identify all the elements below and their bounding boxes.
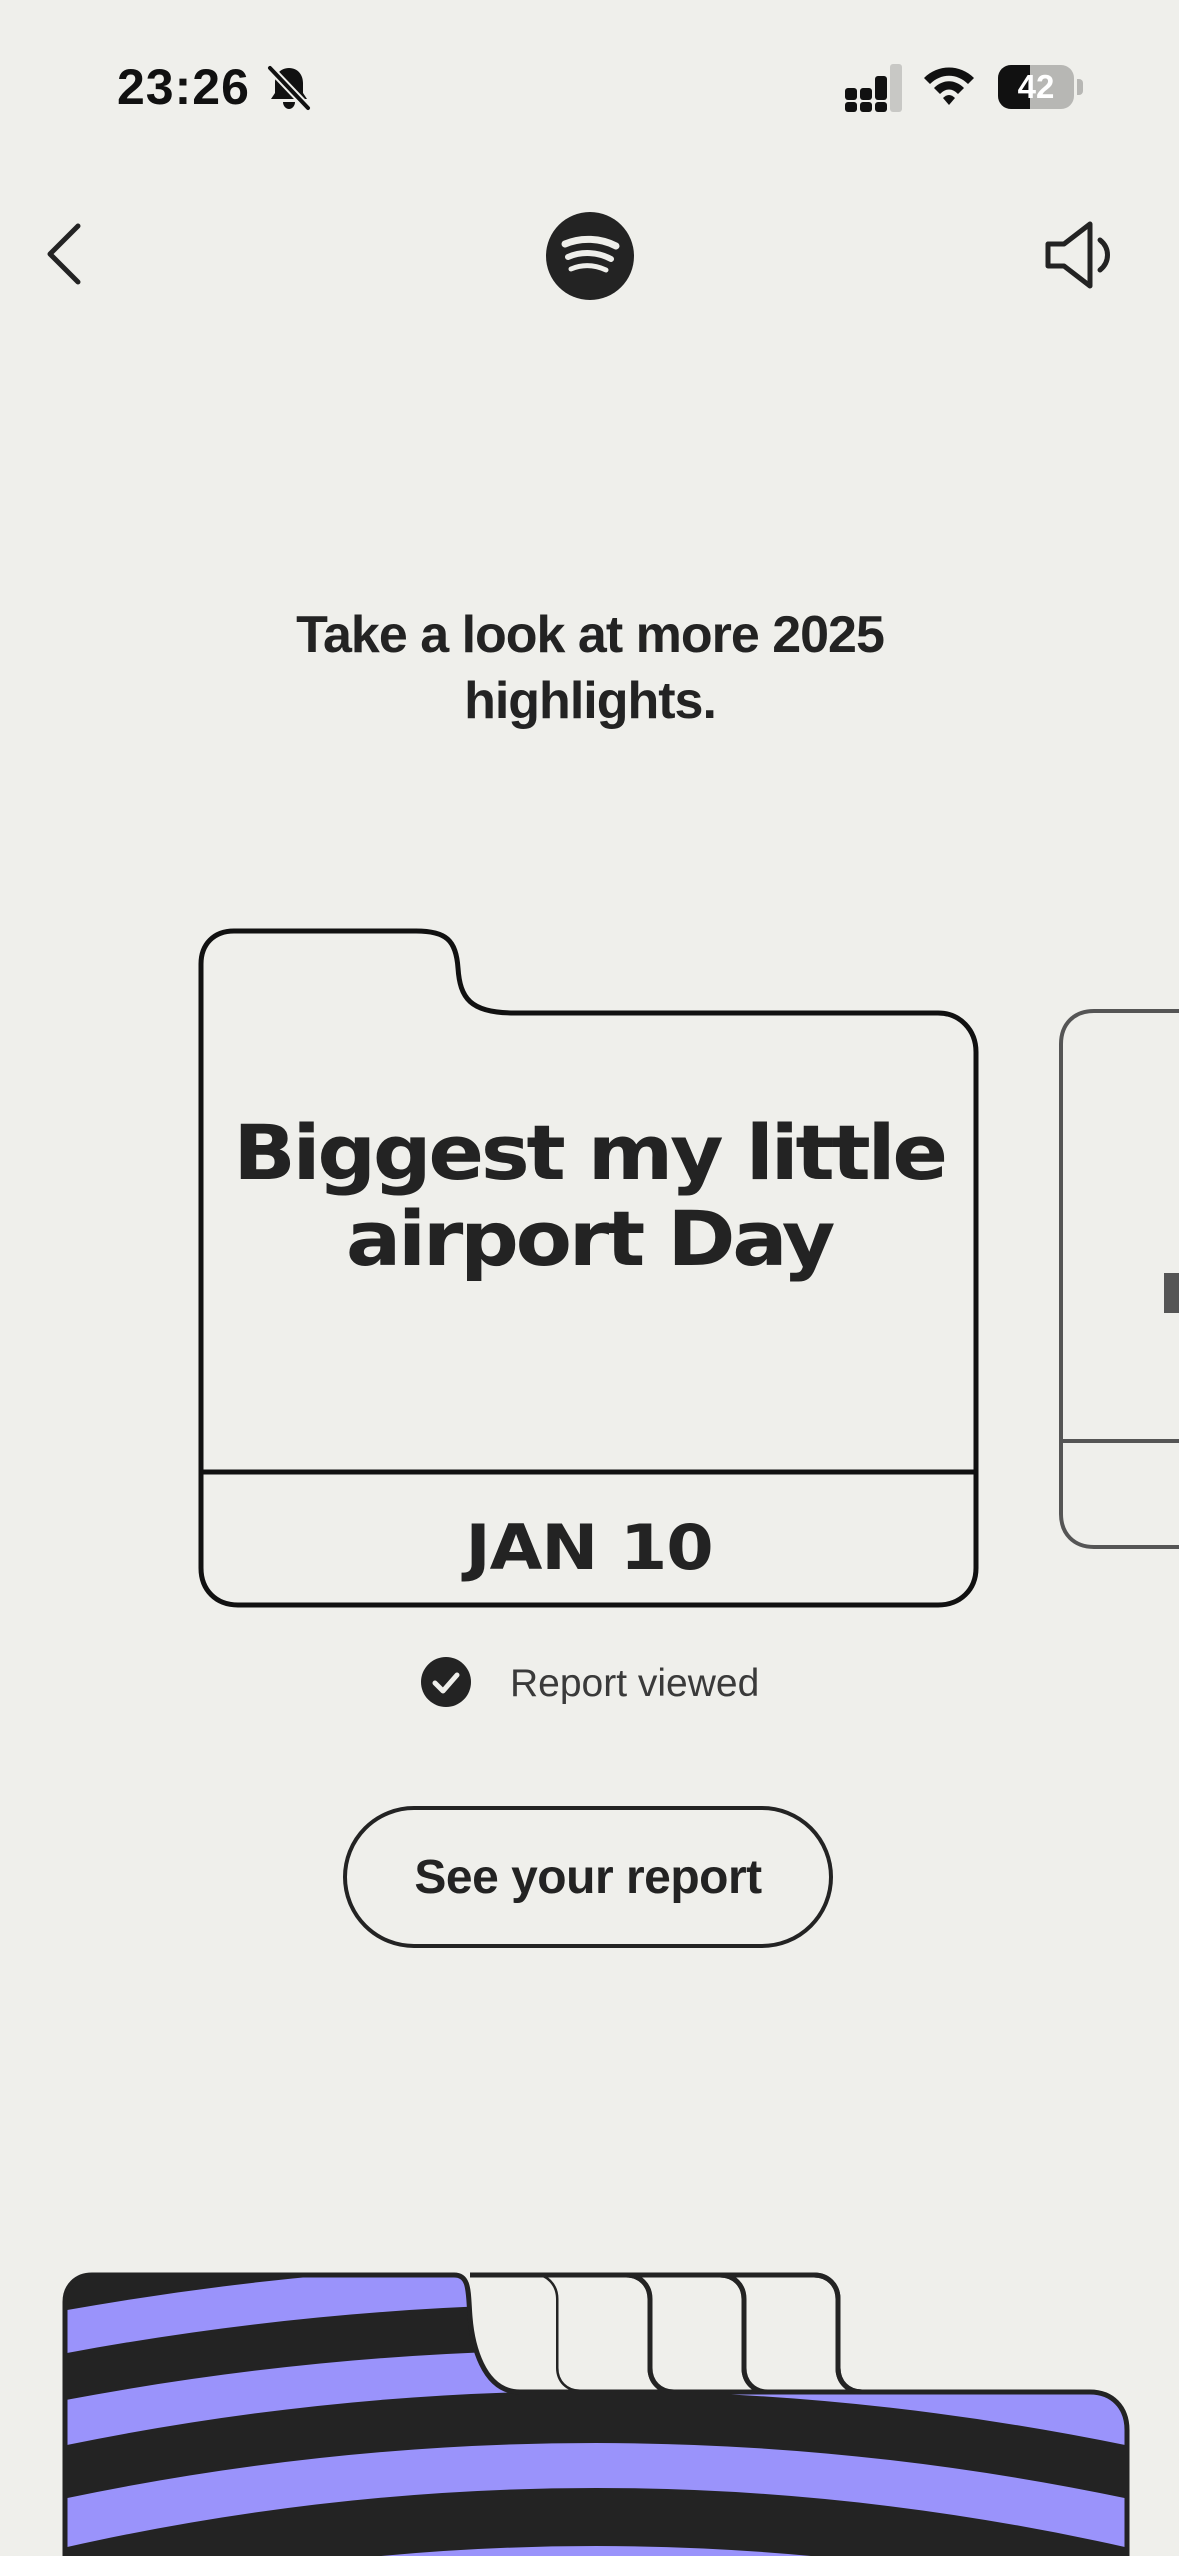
page-heading: Take a look at more 2025 highlights.: [296, 606, 885, 730]
status-time: 23:26: [117, 59, 250, 115]
bell-slash-icon: [267, 65, 311, 111]
report-status: Report viewed: [420, 1654, 820, 1710]
battery-icon: 42: [998, 65, 1084, 109]
wrapped-highlights-screen: 23:26 42 Take a look at more 2025 highli…: [0, 0, 1179, 2556]
speaker-icon: [1045, 221, 1110, 289]
back-button[interactable]: [36, 214, 96, 294]
battery-tip: [1077, 79, 1083, 95]
card-title: Biggest my little airport Day: [233, 1108, 948, 1283]
see-your-report-button[interactable]: See your report: [343, 1806, 833, 1948]
next-highlight-card[interactable]: [1058, 1008, 1179, 1550]
card-date: JAN 10: [465, 1511, 713, 1584]
cellular-signal-icon: [845, 64, 902, 112]
wifi-icon: [924, 67, 974, 105]
chevron-left-icon: [47, 223, 81, 285]
battery-body: 42: [998, 65, 1074, 109]
battery-level: 42: [1017, 68, 1055, 105]
highlight-card[interactable]: Biggest my little airport Day JAN 10: [198, 928, 980, 1608]
status-bar: 23:26 42: [0, 0, 1179, 170]
spotify-logo-icon: [546, 212, 634, 300]
report-status-text: Report viewed: [510, 1662, 760, 1705]
next-section-folder[interactable]: [62, 2272, 1130, 2556]
check-circle-icon: [421, 1657, 471, 1707]
sound-toggle-button[interactable]: [1040, 218, 1120, 292]
